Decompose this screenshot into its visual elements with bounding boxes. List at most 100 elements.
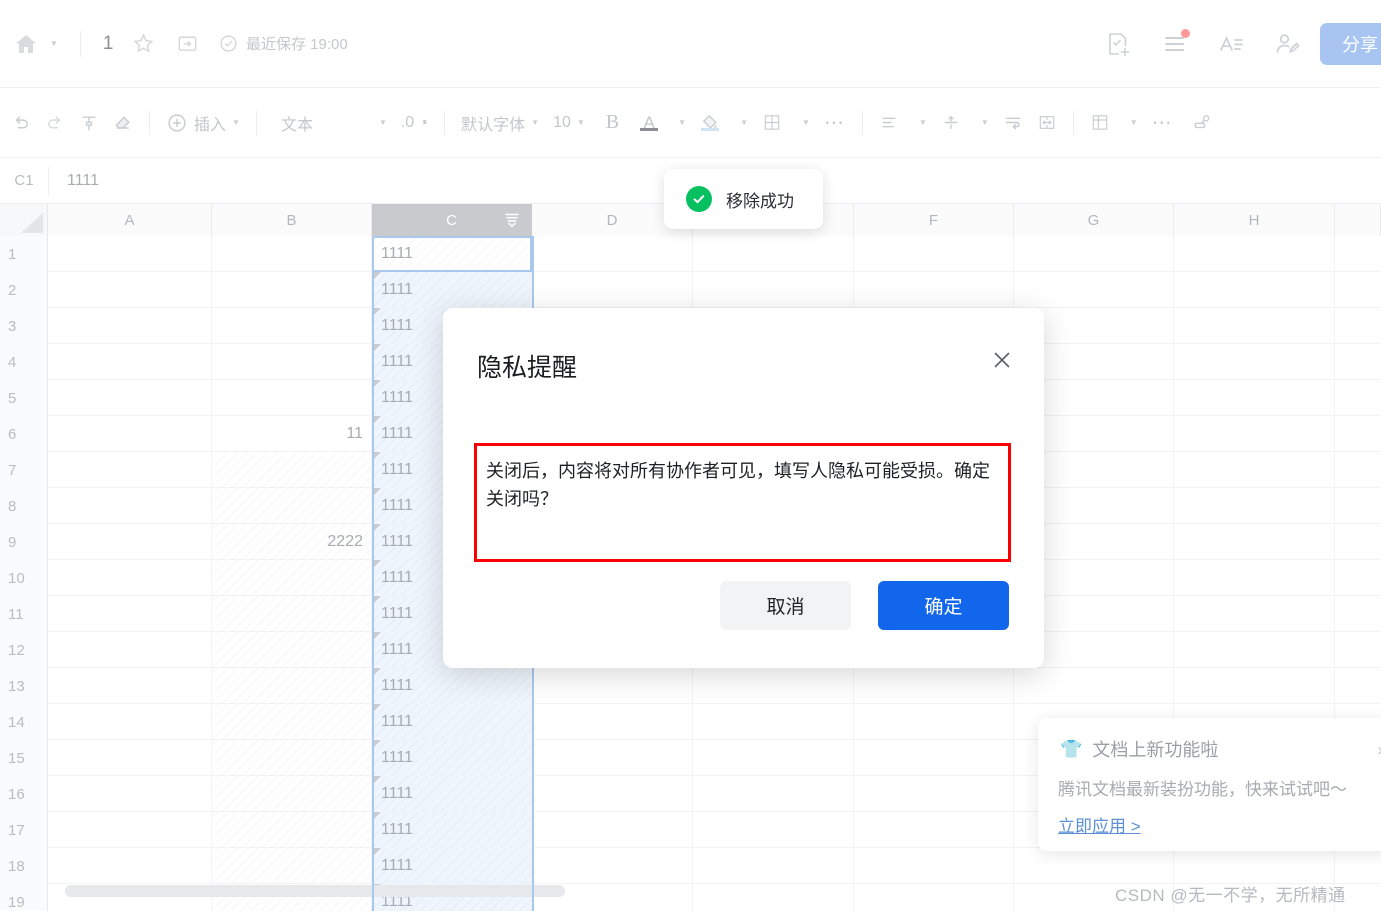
- cell-B18[interactable]: [212, 848, 372, 884]
- cell-H4[interactable]: [1174, 344, 1335, 380]
- cell-H2[interactable]: [1174, 272, 1335, 308]
- align-left-icon[interactable]: [872, 102, 906, 144]
- edit-member-icon[interactable]: [1264, 21, 1310, 67]
- row-header-6[interactable]: 6: [0, 416, 48, 452]
- cell-reference[interactable]: C1: [0, 172, 48, 189]
- cell-B15[interactable]: [212, 740, 372, 776]
- cell-A3[interactable]: [48, 308, 212, 344]
- promo-apply-link[interactable]: 立即应用 >: [1058, 812, 1141, 837]
- row-header-11[interactable]: 11: [0, 596, 48, 632]
- cell-B3[interactable]: [212, 308, 372, 344]
- cell-F13[interactable]: [854, 668, 1014, 704]
- cell-B2[interactable]: [212, 272, 372, 308]
- cell-F1[interactable]: [854, 236, 1014, 272]
- cell-E2[interactable]: [693, 272, 854, 308]
- cell-F2[interactable]: [854, 272, 1014, 308]
- cell-D15[interactable]: [532, 740, 693, 776]
- cell-C17[interactable]: 1111: [372, 812, 532, 848]
- align-caret[interactable]: ▼: [906, 102, 934, 144]
- cell-A6[interactable]: [48, 416, 212, 452]
- cell-G2[interactable]: [1014, 272, 1174, 308]
- cell-A11[interactable]: [48, 596, 212, 632]
- chevron-down-icon[interactable]: ▼: [50, 39, 58, 48]
- column-header-blank[interactable]: [1335, 204, 1381, 236]
- font-size-select[interactable]: 10 ▼: [546, 102, 592, 144]
- cell-H12[interactable]: [1174, 632, 1335, 668]
- row-header-2[interactable]: 2: [0, 272, 48, 308]
- column-header-f[interactable]: F: [854, 204, 1014, 236]
- cell-A2[interactable]: [48, 272, 212, 308]
- close-icon[interactable]: [988, 346, 1016, 374]
- row-header-19[interactable]: 19: [0, 884, 48, 911]
- cell-D13[interactable]: [532, 668, 693, 704]
- cell-H5[interactable]: [1174, 380, 1335, 416]
- chevron-down-icon[interactable]: ▼: [919, 118, 927, 127]
- new-doc-check-icon[interactable]: [1096, 21, 1142, 67]
- cell-B8[interactable]: [212, 488, 372, 524]
- chevron-right-icon[interactable]: ›: [1377, 740, 1381, 760]
- horizontal-scrollbar[interactable]: [65, 885, 565, 897]
- confirm-button[interactable]: 确定: [878, 581, 1009, 630]
- row-header-10[interactable]: 10: [0, 560, 48, 596]
- chevron-down-icon[interactable]: ▼: [802, 118, 810, 127]
- chevron-down-icon[interactable]: ▼: [740, 118, 748, 127]
- font-style-icon[interactable]: [1208, 21, 1254, 67]
- cell-H9[interactable]: [1174, 524, 1335, 560]
- row-header-4[interactable]: 4: [0, 344, 48, 380]
- cell-F18[interactable]: [854, 848, 1014, 884]
- cell-F14[interactable]: [854, 704, 1014, 740]
- cell-B17[interactable]: [212, 812, 372, 848]
- cell-B10[interactable]: [212, 560, 372, 596]
- cell-H8[interactable]: [1174, 488, 1335, 524]
- column-filter-icon[interactable]: [503, 211, 521, 233]
- cell-B7[interactable]: [212, 452, 372, 488]
- cell-B9[interactable]: 2222: [212, 524, 372, 560]
- cell-A15[interactable]: [48, 740, 212, 776]
- home-icon[interactable]: [10, 28, 42, 60]
- cell-C2[interactable]: 1111: [372, 272, 532, 308]
- column-header-b[interactable]: B: [212, 204, 372, 236]
- chevron-down-icon[interactable]: ▼: [232, 118, 240, 127]
- cell-H6[interactable]: [1174, 416, 1335, 452]
- font-family-select[interactable]: 默认字体 ▼: [454, 102, 546, 144]
- column-header-c[interactable]: C: [372, 204, 532, 236]
- cell-A17[interactable]: [48, 812, 212, 848]
- star-icon[interactable]: [128, 29, 158, 59]
- eraser-icon[interactable]: [106, 102, 140, 144]
- cell-A13[interactable]: [48, 668, 212, 704]
- chevron-down-icon[interactable]: ▼: [577, 118, 585, 127]
- row-header-15[interactable]: 15: [0, 740, 48, 776]
- cell-A9[interactable]: [48, 524, 212, 560]
- freeze-caret[interactable]: ▼: [1117, 102, 1145, 144]
- row-header-5[interactable]: 5: [0, 380, 48, 416]
- cell-D2[interactable]: [532, 272, 693, 308]
- cell-D14[interactable]: [532, 704, 693, 740]
- row-header-12[interactable]: 12: [0, 632, 48, 668]
- cell-B12[interactable]: [212, 632, 372, 668]
- cell-A12[interactable]: [48, 632, 212, 668]
- borders-icon[interactable]: [755, 102, 789, 144]
- row-header-8[interactable]: 8: [0, 488, 48, 524]
- row-header-3[interactable]: 3: [0, 308, 48, 344]
- row-header-18[interactable]: 18: [0, 848, 48, 884]
- cell-C13[interactable]: 1111: [372, 668, 532, 704]
- cell-B5[interactable]: [212, 380, 372, 416]
- more-format-button[interactable]: ⋯: [817, 102, 853, 144]
- row-header-17[interactable]: 17: [0, 812, 48, 848]
- cell-A1[interactable]: [48, 236, 212, 272]
- cell-C16[interactable]: 1111: [372, 776, 532, 812]
- cell-A5[interactable]: [48, 380, 212, 416]
- share-button[interactable]: 分享: [1320, 23, 1381, 65]
- cell-B14[interactable]: [212, 704, 372, 740]
- bold-button[interactable]: B: [592, 102, 633, 144]
- row-header-14[interactable]: 14: [0, 704, 48, 740]
- cell-E1[interactable]: [693, 236, 854, 272]
- cell-C18[interactable]: 1111: [372, 848, 532, 884]
- font-color-button[interactable]: A: [633, 102, 665, 144]
- cell-B1[interactable]: [212, 236, 372, 272]
- fill-color-button[interactable]: [693, 102, 727, 144]
- format-painter-icon[interactable]: [72, 102, 106, 144]
- cell-D17[interactable]: [532, 812, 693, 848]
- cell-E18[interactable]: [693, 848, 854, 884]
- cell-D1[interactable]: [532, 236, 693, 272]
